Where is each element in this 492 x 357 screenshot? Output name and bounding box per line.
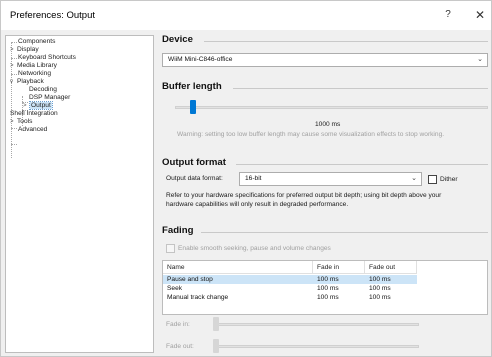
chevron-down-icon: ⌄	[411, 175, 417, 182]
fade-in-label: Fade in:	[166, 321, 190, 328]
tree-item-decoding[interactable]: Decoding	[29, 86, 57, 94]
row-name: Pause and stop	[167, 276, 213, 283]
expand-icon[interactable]: >	[23, 102, 30, 110]
device-select-value: WiiM Mini-C846-office	[168, 56, 233, 63]
tree-item-label: Output	[29, 101, 53, 110]
output-format-select[interactable]: 16-bit ⌄	[239, 172, 422, 186]
output-format-heading: Output format	[162, 157, 226, 168]
close-button[interactable]: ✕	[471, 7, 489, 23]
bit-depth-info-line-2: hardware capabilities will only result i…	[166, 201, 349, 208]
tree-item-components[interactable]: Components	[18, 38, 55, 46]
section-divider	[204, 41, 488, 42]
row-fade-in: 100 ms	[317, 276, 339, 283]
preferences-window: Preferences: Output ? ✕ Components > Disp…	[0, 0, 492, 357]
buffer-warning-text: Warning: setting too low buffer length m…	[177, 131, 445, 138]
preferences-tree[interactable]: Components > Display Keyboard Shortcuts >…	[5, 35, 154, 353]
tree-item-label: Advanced	[18, 126, 48, 133]
row-fade-out: 100 ms	[369, 276, 391, 283]
tree-item-label: Decoding	[29, 86, 57, 93]
fade-out-label: Fade out:	[166, 343, 194, 350]
collapse-icon[interactable]: v	[10, 78, 17, 86]
output-format-value: 16-bit	[245, 175, 262, 182]
tree-item-shell-integration[interactable]: Shell Integration	[10, 110, 58, 118]
chevron-down-icon: ⌄	[477, 56, 483, 63]
expand-icon[interactable]: >	[10, 46, 17, 54]
column-header-name[interactable]: Name	[163, 261, 313, 274]
row-name: Seek	[167, 285, 183, 292]
device-select[interactable]: WiiM Mini-C846-office ⌄	[162, 53, 488, 67]
section-divider	[201, 232, 488, 233]
tree-item-media-library[interactable]: > Media Library	[10, 62, 57, 70]
dither-label: Dither	[440, 176, 458, 183]
tree-item-tools[interactable]: > Tools	[10, 118, 32, 126]
column-header-fade-in[interactable]: Fade in	[313, 261, 365, 274]
smooth-fade-checkbox[interactable]	[166, 244, 175, 253]
row-fade-out: 100 ms	[369, 285, 391, 292]
tree-item-label: Display	[17, 46, 39, 53]
device-heading: Device	[162, 34, 193, 45]
fade-out-slider-thumb[interactable]	[213, 339, 219, 353]
row-fade-out: 100 ms	[369, 294, 391, 301]
buffer-length-heading: Buffer length	[162, 81, 222, 92]
tree-item-playback[interactable]: v Playback	[10, 78, 44, 86]
bit-depth-info-line-1: Refer to your hardware specifications fo…	[166, 192, 442, 199]
expand-icon[interactable]: >	[10, 62, 17, 70]
buffer-length-slider-thumb[interactable]	[190, 100, 197, 114]
tree-line	[11, 74, 17, 75]
section-divider	[233, 88, 488, 89]
row-fade-in: 100 ms	[317, 294, 339, 301]
table-row[interactable]: Seek 100 ms 100 ms	[163, 284, 417, 293]
section-divider	[236, 164, 488, 165]
dither-checkbox[interactable]	[428, 175, 437, 184]
row-name: Manual track change	[167, 294, 229, 301]
table-row[interactable]: Manual track change 100 ms 100 ms	[163, 293, 417, 302]
tree-item-display[interactable]: > Display	[10, 46, 39, 54]
tree-item-output[interactable]: > Output	[23, 101, 53, 110]
fading-heading: Fading	[162, 225, 194, 236]
output-format-label: Output data format:	[166, 175, 223, 182]
column-header-fade-out[interactable]: Fade out	[365, 261, 417, 274]
tree-line	[11, 58, 17, 59]
help-button[interactable]: ?	[439, 7, 457, 23]
tree-item-label: Shell Integration	[10, 110, 58, 117]
expand-icon[interactable]: >	[10, 118, 17, 126]
table-row[interactable]: Pause and stop 100 ms 100 ms	[163, 275, 417, 284]
tree-item-dsp-manager[interactable]: DSP Manager	[29, 94, 70, 102]
title-bar: Preferences: Output ? ✕	[1, 1, 491, 30]
tree-item-label: Keyboard Shortcuts	[18, 54, 76, 61]
window-title: Preferences: Output	[10, 10, 96, 21]
tree-line	[11, 42, 17, 43]
tree-item-label: Playback	[17, 78, 44, 85]
tree-item-label: DSP Manager	[29, 94, 71, 101]
tree-line	[11, 144, 17, 145]
smooth-fade-label: Enable smooth seeking, pause and volume …	[178, 245, 331, 252]
tree-item-networking[interactable]: Networking	[18, 70, 51, 78]
tree-line	[11, 42, 12, 158]
tree-item-advanced[interactable]: Advanced	[18, 126, 47, 134]
tree-item-keyboard-shortcuts[interactable]: Keyboard Shortcuts	[18, 54, 76, 62]
row-fade-in: 100 ms	[317, 285, 339, 292]
tree-item-label: Media Library	[17, 62, 57, 69]
tree-item-label: Tools	[17, 118, 33, 125]
fade-in-slider-thumb[interactable]	[213, 317, 219, 331]
fading-table[interactable]: Name Fade in Fade out Pause and stop 100…	[162, 260, 488, 315]
tree-line	[11, 128, 17, 129]
fade-in-slider-track[interactable]	[214, 323, 419, 326]
buffer-length-value: 1000 ms	[315, 121, 341, 128]
tree-item-label: Components	[18, 38, 56, 45]
buffer-length-slider-track[interactable]	[175, 106, 488, 109]
tree-item-label: Networking	[18, 70, 51, 77]
fade-out-slider-track[interactable]	[214, 345, 419, 348]
